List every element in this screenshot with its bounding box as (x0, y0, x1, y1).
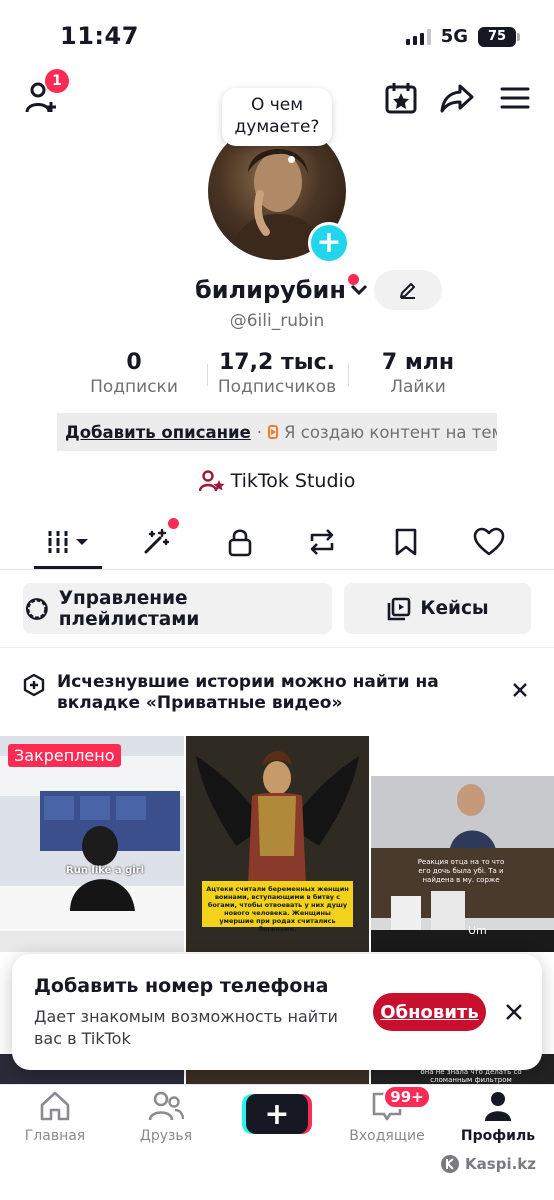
user-star-icon (198, 470, 225, 492)
tiktok-studio-link[interactable]: TikTok Studio (0, 470, 554, 492)
likes-count: 7 млн (381, 350, 455, 375)
video-caption: Ацтеки считали беременных женщин воинами… (206, 885, 349, 933)
friend-requests-badge: 1 (45, 69, 69, 93)
video-tile[interactable]: Run like a girl (0, 736, 184, 952)
stat-likes[interactable]: 7 млн Лайки (368, 350, 468, 397)
username-handle: @6ili_rubin (229, 311, 325, 331)
add-story-icon (23, 673, 45, 697)
nav-home-label: Главная (24, 1128, 86, 1144)
hamburger-menu-icon (500, 87, 530, 109)
tab-reposts[interactable] (298, 522, 346, 562)
toast-title: Добавить номер телефона (34, 975, 329, 997)
video-caption: она не знала что делать со сломанным фил… (420, 1068, 522, 1084)
video-tile[interactable]: Реакция отца на то что его дочь была убі… (371, 736, 554, 952)
friends-icon (148, 1091, 185, 1121)
notification-dot (348, 274, 359, 285)
creator-topic-text[interactable]: Я создаю контент на тему (284, 423, 497, 442)
content-tabs (0, 518, 554, 570)
gear-icon (25, 597, 48, 620)
display-name-text: билирубин (195, 276, 346, 304)
video-tile[interactable]: Ацтеки считали беременных женщин воинами… (186, 736, 369, 952)
stat-followers[interactable]: 17,2 тыс. Подписчиков (208, 350, 346, 397)
magic-wand-icon (144, 528, 170, 554)
nav-inbox-label: Входящие (349, 1128, 425, 1144)
stat-following[interactable]: 0 Подписки (84, 350, 184, 397)
add-story-button[interactable]: + (308, 222, 350, 264)
battery-level: 75 (487, 29, 507, 44)
video-caption: Реакция отца на то что его дочь была убі… (417, 858, 505, 884)
play-stack-icon (388, 597, 411, 620)
cases-button[interactable]: Кейсы (344, 583, 531, 634)
video-thumbnail (371, 736, 554, 952)
signal-icon (405, 28, 431, 45)
likes-label: Лайки (390, 377, 446, 397)
status-indicators: 5G 75 (405, 26, 520, 47)
profile-icon (485, 1092, 511, 1121)
kaspi-logo-icon (441, 1155, 460, 1173)
repost-icon (310, 529, 334, 555)
calendar-star-icon (385, 83, 417, 114)
active-tab-indicator (34, 566, 102, 569)
pencil-icon (400, 283, 415, 299)
nav-friends-label: Друзья (139, 1128, 193, 1144)
chevron-down-icon (350, 284, 368, 296)
tab-favorites[interactable] (382, 522, 430, 562)
notice-close-button[interactable] (506, 676, 534, 704)
video-caption-extra: Um (468, 924, 487, 937)
followers-label: Подписчиков (217, 377, 337, 397)
share-arrow-icon (440, 84, 474, 113)
stat-divider (348, 364, 349, 386)
nav-friends[interactable]: Друзья (116, 1090, 216, 1144)
home-icon (40, 1091, 70, 1121)
thought-bubble[interactable]: О чем думаете? (222, 88, 332, 146)
video-thumbnail (0, 736, 184, 952)
notice-text: Исчезнувшие истории можно найти на вклад… (57, 672, 439, 713)
watermark-text: Kaspi.kz (465, 1155, 536, 1173)
toast-body: Дает знакомым возможность найти вас в Ti… (34, 1007, 338, 1048)
manage-playlists-label: Управление плейлистами (58, 587, 200, 630)
add-description-link[interactable]: Добавить описание (65, 423, 251, 442)
nav-home[interactable]: Главная (5, 1090, 105, 1144)
pinned-badge: Закреплено (8, 744, 121, 767)
close-icon (506, 1004, 522, 1020)
tab-notification-dot (168, 518, 179, 529)
tab-liked[interactable] (464, 522, 514, 562)
lock-icon (228, 529, 252, 557)
battery-icon: 75 (478, 26, 520, 47)
video-caption: Run like a girl (66, 865, 145, 876)
nav-profile-label: Профиль (460, 1128, 536, 1144)
toast-close-button[interactable] (500, 998, 528, 1026)
profile-stats: 0 Подписки 17,2 тыс. Подписчиков 7 млн Л… (0, 350, 554, 400)
add-description-bar[interactable]: Добавить описание · Я создаю контент на … (57, 413, 497, 451)
description-separator: · (256, 422, 263, 442)
network-type: 5G (440, 26, 468, 47)
inbox-badge: 99+ (383, 1085, 431, 1109)
heart-icon (473, 527, 505, 556)
manage-playlists-button[interactable]: Управление плейлистами (23, 583, 332, 634)
edit-profile-button[interactable] (374, 270, 442, 310)
cases-label: Кейсы (420, 598, 489, 619)
following-label: Подписки (90, 377, 178, 397)
followers-count: 17,2 тыс. (219, 350, 335, 375)
grid-icon (47, 531, 88, 553)
menu-button[interactable] (496, 82, 534, 114)
close-icon (513, 683, 527, 697)
share-profile-button[interactable] (438, 80, 476, 116)
create-button[interactable]: + (246, 1094, 308, 1134)
tiktok-studio-label: TikTok Studio (230, 470, 356, 492)
status-time: 11:47 (60, 22, 139, 50)
kaspi-watermark: Kaspi.kz (440, 1154, 536, 1174)
bookmark-icon (395, 528, 417, 556)
tab-videos[interactable] (34, 522, 102, 562)
update-phone-button[interactable]: Обновить (373, 993, 486, 1031)
calendar-star-button[interactable] (382, 80, 420, 116)
following-count: 0 (126, 350, 142, 375)
tab-private[interactable] (216, 522, 264, 562)
creator-play-icon (268, 425, 279, 439)
nav-profile[interactable]: Профиль (448, 1090, 548, 1144)
display-name[interactable]: билирубин (195, 276, 368, 304)
thought-bubble-tail (288, 156, 295, 163)
